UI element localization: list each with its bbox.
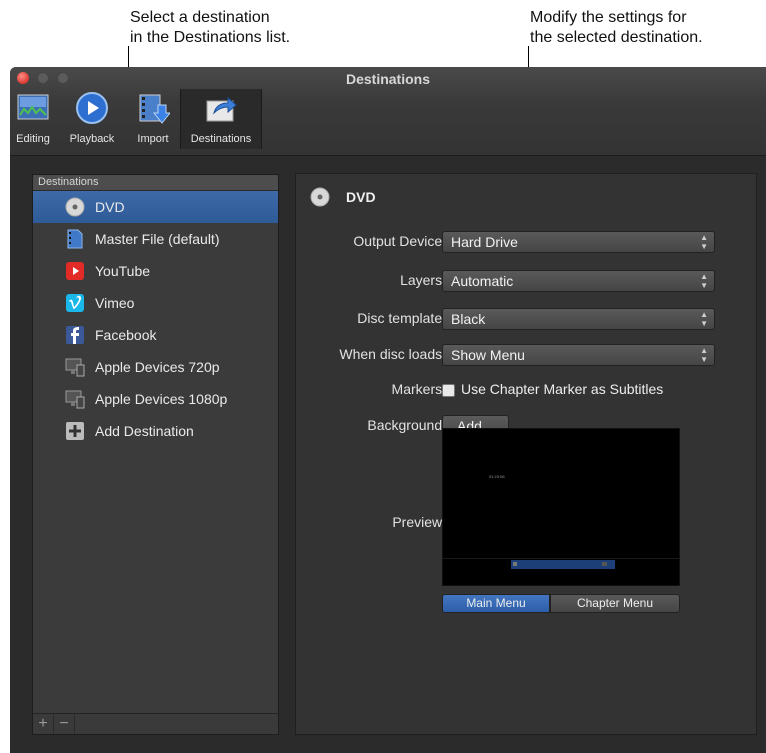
when-disc-loads-popup[interactable]: Show Menu ▲ ▼ [442,344,715,366]
preview-label: Preview: [392,514,446,530]
youtube-icon [66,262,84,280]
facebook-icon [66,326,84,344]
preview-timecode: 01:23:06 [489,474,505,479]
sidebar-item-dvd[interactable]: DVD [33,191,278,223]
menu-preview: 01:23:06 [442,428,680,586]
toolbar-editing[interactable]: Editing [10,89,56,149]
when-disc-loads-value: Show Menu [451,347,525,363]
callout-line: in the Destinations list. [130,29,291,46]
window-title: Destinations [345,71,430,87]
toolbar-editing-label: Editing [16,133,50,145]
sidebar-item-add-destination[interactable]: Add Destination [33,415,278,447]
sidebar-item-label: Add Destination [95,423,194,439]
panel-title: DVD [346,189,376,205]
layers-label: Layers: [400,272,446,288]
sidebar-item-label: Facebook [95,327,157,343]
callout-modify-settings: Modify the settings for the selected des… [530,8,703,48]
sidebar-item-apple-devices-1080p[interactable]: Apple Devices 1080p [33,383,278,415]
toolbar-import-label: Import [137,133,169,145]
callout-line: Select a destination [130,9,270,26]
sidebar-item-facebook[interactable]: Facebook [33,319,278,351]
destinations-icon [206,96,237,122]
disc-template-label: Disc template: [357,310,446,326]
add-icon [66,422,84,440]
dvd-icon [310,187,330,207]
chapter-marker-subtitles-checkbox[interactable] [442,384,455,397]
import-icon [139,94,170,124]
toolbar-import[interactable]: Import [128,89,178,149]
sidebar-item-label: Apple Devices 720p [95,359,220,375]
editing-icon [17,94,49,120]
preview-play-bar [511,560,615,569]
background-label: Background: [367,417,446,433]
disc-template-value: Black [451,311,486,327]
callout-select-destination: Select a destination in the Destinations… [130,8,290,48]
add-destination-button[interactable]: + [33,714,54,734]
sidebar-header: Destinations [33,175,278,191]
callout-line: Modify the settings for [530,9,687,26]
apple-devices-icon [65,358,85,377]
output-device-value: Hard Drive [451,234,518,250]
disc-template-popup[interactable]: Black ▲ ▼ [442,308,715,330]
sidebar-item-label: YouTube [95,263,151,279]
preferences-window: Destinations Editing Playback Import Des… [10,67,766,753]
preview-button [513,562,517,566]
vimeo-icon [66,294,84,312]
toolbar-destinations[interactable]: Destinations [180,89,262,149]
sidebar-item-master-file[interactable]: Master File (default) [33,223,278,255]
sidebar-item-vimeo[interactable]: Vimeo [33,287,278,319]
when-disc-loads-label: When disc loads: [339,346,446,362]
popup-arrows-icon: ▲ ▼ [700,272,708,290]
titlebar: Destinations Editing Playback Import Des… [10,67,766,156]
sidebar-item-label: DVD [95,199,125,215]
callout-line: the selected destination. [530,29,703,46]
sidebar-item-label: Vimeo [95,295,135,311]
sidebar-item-apple-devices-720p[interactable]: Apple Devices 720p [33,351,278,383]
playback-icon [76,92,108,124]
preview-divider [443,558,679,559]
layers-value: Automatic [451,273,514,289]
destination-settings-panel: DVD Output Device: Hard Drive ▲ ▼ Layers:… [295,173,757,735]
popup-arrows-icon: ▲ ▼ [700,233,708,251]
chapter-menu-tab[interactable]: Chapter Menu [550,594,680,613]
markers-label: Markers: [391,381,446,397]
popup-arrows-icon: ▲ ▼ [700,310,708,328]
remove-destination-button[interactable]: − [54,714,75,734]
apple-devices-icon [65,390,85,409]
layers-popup[interactable]: Automatic ▲ ▼ [442,270,715,292]
sidebar-footer: + − [33,713,278,734]
chapter-marker-subtitles-label: Use Chapter Marker as Subtitles [461,381,664,397]
output-device-popup[interactable]: Hard Drive ▲ ▼ [442,231,715,253]
output-device-label: Output Device: [353,233,446,249]
destinations-list: DVD Master File (default) YouTube Vimeo … [33,191,278,447]
main-menu-tab[interactable]: Main Menu [442,594,550,613]
dvd-icon [65,197,85,217]
sidebar-item-youtube[interactable]: YouTube [33,255,278,287]
toolbar-destinations-label: Destinations [190,133,252,145]
destinations-sidebar: Destinations DVD Master File (default) Y… [32,174,279,735]
sidebar-item-label: Master File (default) [95,231,220,247]
preview-button [602,562,607,566]
sidebar-item-label: Apple Devices 1080p [95,391,228,407]
master-file-icon [67,229,83,249]
toolbar-playback-label: Playback [69,133,115,145]
popup-arrows-icon: ▲ ▼ [700,346,708,364]
toolbar-playback[interactable]: Playback [58,89,126,149]
